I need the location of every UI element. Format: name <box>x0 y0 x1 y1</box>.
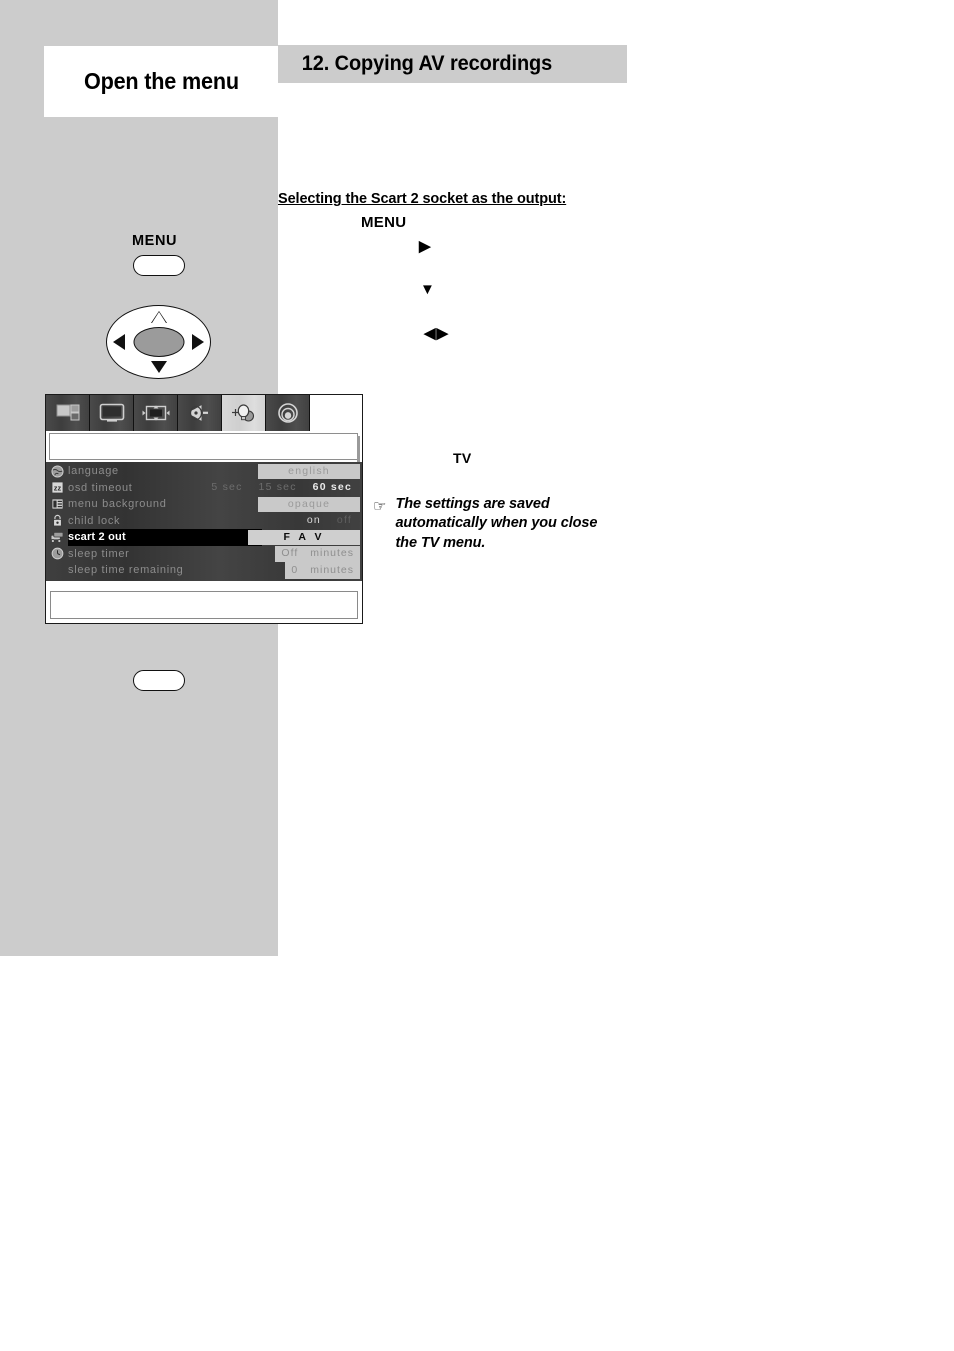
osd-value-scart-2-out[interactable]: F A V <box>248 529 360 545</box>
osd-row-label: scart 2 out <box>68 531 126 544</box>
note-block: ☞ The settings are saved automatically w… <box>373 495 608 553</box>
osd-tab-picture-in-picture[interactable] <box>46 395 90 431</box>
osd-tab-installation[interactable] <box>266 395 310 431</box>
osd-value-sleep-timer[interactable]: Off <box>275 546 304 561</box>
osd-footer-field <box>50 591 358 619</box>
dpad-navigation-control[interactable] <box>106 305 211 379</box>
osd-row-label: sleep time remaining <box>68 564 184 577</box>
osd-row-values: 0 minutes <box>285 562 360 579</box>
tv-osd-screenshot: language english zz osd timeout 5 sec 15… <box>45 394 363 624</box>
osd-row-sleep-timer[interactable]: sleep timer Off minutes <box>46 545 362 562</box>
dpad-right-arrow-icon[interactable] <box>192 334 204 350</box>
instructions-heading: Selecting the Scart 2 socket as the outp… <box>278 191 567 207</box>
osd-row-sleep-time-remaining: sleep time remaining 0 minutes <box>46 562 362 579</box>
osd-row-label: sleep timer <box>68 547 130 560</box>
zz-timer-icon: zz <box>46 481 68 494</box>
osd-row-values[interactable]: on off <box>299 513 360 530</box>
osd-row-label: child lock <box>68 514 121 527</box>
note-text: The settings are saved automatically whe… <box>395 496 598 551</box>
chapter-header-bar: 12. Copying AV recordings <box>278 45 627 83</box>
dpad-down-arrow-icon[interactable] <box>150 361 167 373</box>
osd-value-60sec[interactable]: 60 sec <box>305 480 360 495</box>
osd-tab-bar <box>46 395 362 431</box>
osd-row-values[interactable]: 5 sec 15 sec 60 sec <box>203 480 360 497</box>
osd-spacer <box>46 580 362 590</box>
osd-value-sleep-remaining: 0 <box>291 563 299 576</box>
osd-row-values[interactable]: F A V <box>248 529 360 546</box>
osd-value-15sec[interactable]: 15 sec <box>251 480 305 495</box>
globe-icon <box>46 465 68 478</box>
step-left-right-arrows: ◀▶ <box>424 325 450 342</box>
section-title-box: Open the menu <box>44 46 278 117</box>
menu-button[interactable] <box>133 255 185 276</box>
osd-value-childlock-off[interactable]: off <box>329 513 360 528</box>
osd-value-menu-background[interactable]: opaque <box>258 496 360 512</box>
dpad-up-arrow-inner-icon <box>151 312 166 323</box>
osd-value-language[interactable]: english <box>258 463 360 479</box>
menu-background-icon <box>46 498 68 510</box>
step-tv-key: TV <box>453 450 472 466</box>
osd-row-label: osd timeout <box>68 481 133 494</box>
osd-title-field <box>49 433 360 462</box>
osd-row-child-lock[interactable]: child lock on off <box>46 513 362 530</box>
page-title: Open the menu <box>83 68 239 94</box>
step-right-arrow: ▶ <box>419 238 431 255</box>
step-menu-key: MENU <box>361 214 407 231</box>
osd-unit-sleep-timer: minutes <box>310 547 354 560</box>
step-down-arrow: ▼ <box>420 281 435 298</box>
osd-row-osd-timeout[interactable]: zz osd timeout 5 sec 15 sec 60 sec <box>46 480 362 497</box>
sleep-clock-icon <box>46 547 68 560</box>
tv-exit-button[interactable] <box>133 670 185 691</box>
osd-row-menu-background[interactable]: menu background opaque <box>46 496 362 513</box>
osd-row-language[interactable]: language english <box>46 463 362 480</box>
osd-row-values[interactable]: english <box>258 463 360 480</box>
chapter-title: 12. Copying AV recordings <box>301 52 553 75</box>
svg-text:zz: zz <box>53 484 61 493</box>
osd-tab-feature-settings[interactable] <box>222 395 266 431</box>
osd-unit-sleep-remaining: minutes <box>310 563 354 576</box>
osd-value-5sec[interactable]: 5 sec <box>203 480 250 495</box>
osd-tab-sound[interactable] <box>178 395 222 431</box>
osd-settings-list: language english zz osd timeout 5 sec 15… <box>46 462 362 581</box>
padlock-icon <box>46 514 68 527</box>
osd-value-childlock-on[interactable]: on <box>299 513 329 528</box>
osd-row-values[interactable]: opaque <box>258 496 360 513</box>
osd-row-label: language <box>68 465 119 478</box>
menu-key-label: MENU <box>132 233 178 249</box>
osd-row-values[interactable]: Off minutes <box>275 545 360 562</box>
osd-tab-screen-format[interactable] <box>134 395 178 431</box>
dpad-center-button[interactable] <box>133 327 184 357</box>
osd-row-label: menu background <box>68 498 167 511</box>
osd-row-scart-2-out[interactable]: scart 2 out F A V <box>46 529 362 546</box>
dpad-left-arrow-icon[interactable] <box>113 334 125 350</box>
pointing-hand-icon: ☞ <box>373 498 387 515</box>
scart-socket-icon <box>46 531 68 544</box>
osd-tab-picture[interactable] <box>90 395 134 431</box>
